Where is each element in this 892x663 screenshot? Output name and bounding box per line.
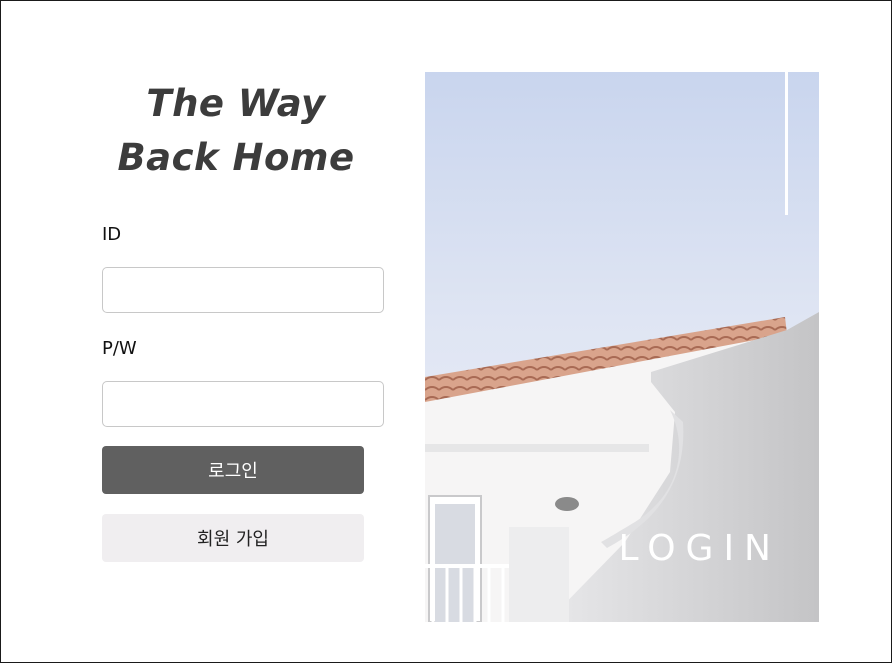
login-page: The Way Back Home ID P/W 로그인 회원 가입 LOGIN [0, 0, 892, 663]
id-label: ID [102, 224, 122, 245]
password-input[interactable] [102, 381, 384, 427]
login-button[interactable]: 로그인 [102, 446, 364, 494]
hero-image-panel: LOGIN [425, 72, 819, 622]
signup-button[interactable]: 회원 가입 [102, 514, 364, 562]
brand-logo-line1: The Way [146, 82, 326, 125]
brand-logo-line2: Back Home [117, 136, 355, 179]
brand-logo: The Way Back Home [101, 77, 371, 185]
hero-accent-line [785, 72, 788, 215]
hero-title: LOGIN [618, 528, 781, 569]
password-label: P/W [102, 338, 137, 359]
id-input[interactable] [102, 267, 384, 313]
